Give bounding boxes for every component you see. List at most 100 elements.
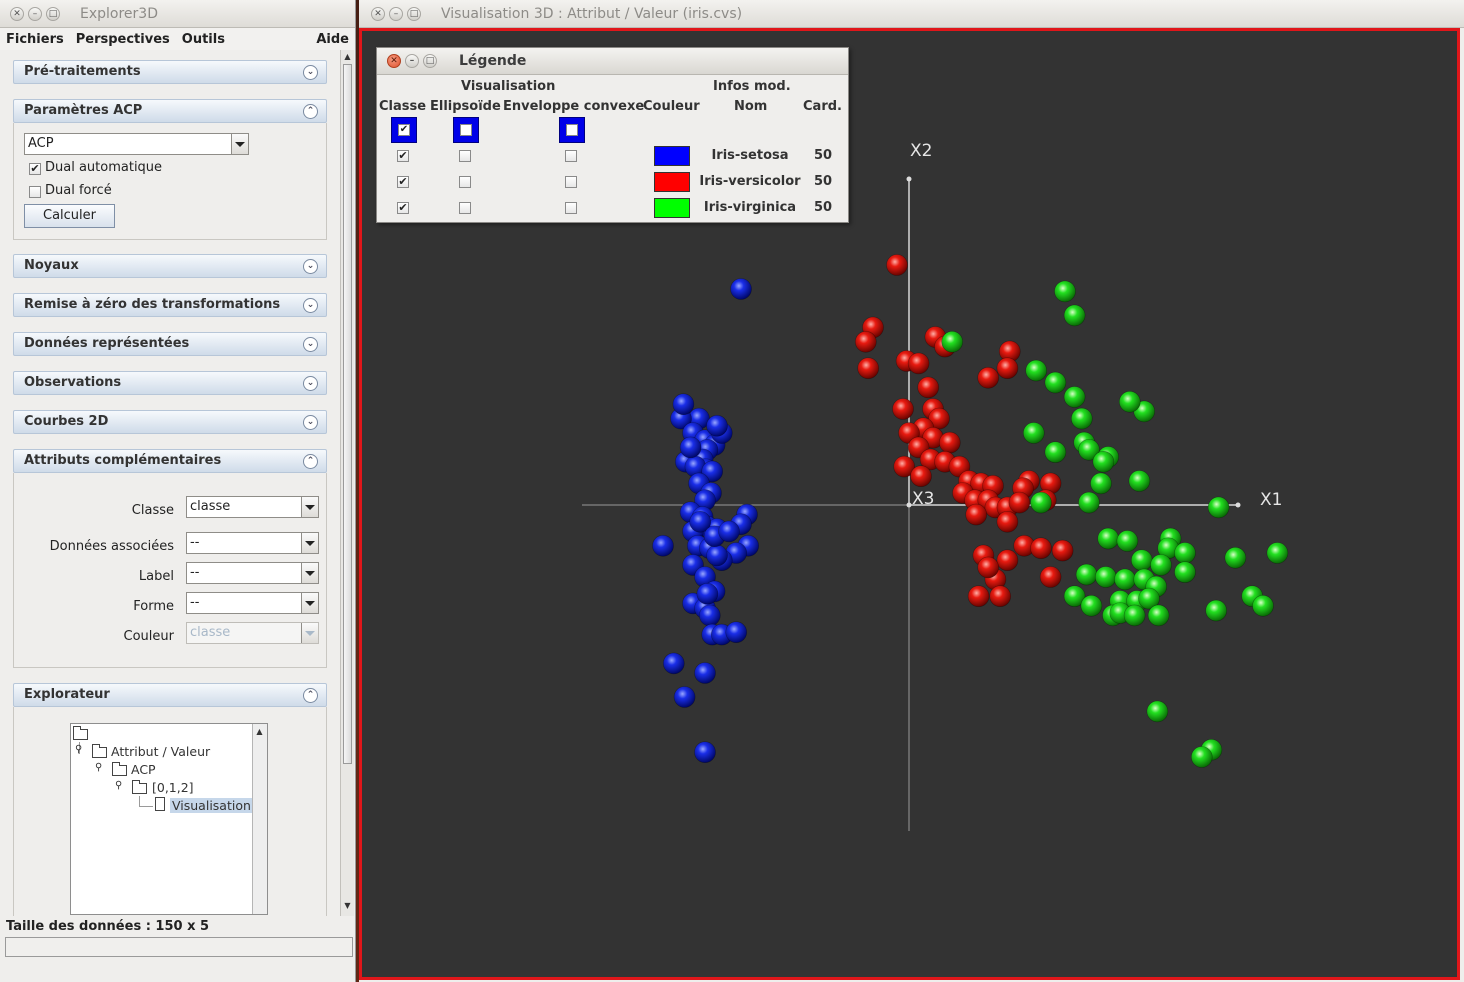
scroll-up-icon[interactable]: ▲ xyxy=(343,52,352,62)
legend-ellipsoide-checkbox[interactable] xyxy=(459,202,471,214)
select-all-classe-checkbox[interactable]: ✔ xyxy=(391,117,417,143)
data-point[interactable] xyxy=(941,330,964,353)
tree-node-attribut-valeur[interactable]: Attribut / Valeur xyxy=(111,744,210,759)
select-all-ellipsoide-checkbox[interactable] xyxy=(453,117,479,143)
panel-remise-zero[interactable]: Remise à zéro des transformations ⌄ xyxy=(13,293,327,317)
data-point[interactable] xyxy=(1030,537,1052,560)
data-point[interactable] xyxy=(1128,470,1151,492)
expand-handle-icon[interactable]: ⚲ xyxy=(75,744,82,755)
data-point[interactable] xyxy=(696,582,719,605)
scroll-up-icon[interactable]: ▲ xyxy=(255,727,264,737)
data-point[interactable] xyxy=(1044,441,1067,464)
menu-perspectives[interactable]: Perspectives xyxy=(76,32,170,47)
menu-outils[interactable]: Outils xyxy=(182,32,225,47)
data-point[interactable] xyxy=(977,366,1000,389)
data-point[interactable] xyxy=(1097,527,1120,550)
data-point[interactable] xyxy=(1039,566,1062,588)
data-point[interactable] xyxy=(694,662,716,684)
data-point[interactable] xyxy=(1090,472,1112,495)
scroll-down-icon[interactable]: ▼ xyxy=(343,901,352,911)
maximize-window-icon[interactable]: □ xyxy=(46,6,60,21)
data-point[interactable] xyxy=(1008,491,1031,514)
classe-select[interactable]: classe xyxy=(186,496,319,518)
data-point[interactable] xyxy=(698,604,721,627)
data-point[interactable] xyxy=(989,585,1012,608)
select-all-enveloppe-checkbox[interactable] xyxy=(559,117,585,143)
chevron-down-icon[interactable]: ⌄ xyxy=(303,376,318,391)
data-point[interactable] xyxy=(1207,496,1230,519)
data-point[interactable] xyxy=(1051,539,1074,562)
legend-ellipsoide-checkbox[interactable] xyxy=(459,150,471,162)
panel-pretraitements[interactable]: Pré-traitements ⌄ xyxy=(13,60,327,84)
data-point[interactable] xyxy=(1205,599,1228,622)
data-point[interactable] xyxy=(706,414,728,437)
label-select[interactable]: -- xyxy=(186,562,319,584)
chevron-up-icon[interactable]: ⌃ xyxy=(303,688,318,703)
data-point[interactable] xyxy=(662,652,685,675)
data-point[interactable] xyxy=(1224,546,1247,569)
data-point[interactable] xyxy=(977,556,1000,579)
panel-courbes[interactable]: Courbes 2D ⌄ xyxy=(13,410,327,434)
data-point[interactable] xyxy=(1114,568,1136,591)
legend-enveloppe-checkbox[interactable] xyxy=(565,150,577,162)
data-point[interactable] xyxy=(1063,386,1086,408)
legend-classe-checkbox[interactable]: ✔ xyxy=(397,202,409,214)
chevron-down-icon[interactable] xyxy=(301,593,318,613)
minimize-window-icon[interactable]: – xyxy=(389,6,403,21)
scrollbar-thumb[interactable] xyxy=(343,64,352,764)
chevron-up-icon[interactable]: ⌃ xyxy=(303,454,318,469)
chevron-down-icon[interactable]: ⌄ xyxy=(303,337,318,352)
data-point[interactable] xyxy=(996,510,1019,533)
data-point[interactable] xyxy=(1094,566,1117,588)
left-scrollbar[interactable]: ▲ ▼ xyxy=(340,50,354,916)
data-point[interactable] xyxy=(996,549,1019,572)
donnees-associees-select[interactable]: -- xyxy=(186,532,319,554)
menu-fichiers[interactable]: Fichiers xyxy=(6,32,64,47)
chevron-up-icon[interactable]: ⌃ xyxy=(303,104,318,119)
data-point[interactable] xyxy=(1118,390,1141,413)
chevron-down-icon[interactable] xyxy=(301,563,318,583)
data-point[interactable] xyxy=(965,503,988,526)
calculer-button[interactable]: Calculer xyxy=(24,204,115,228)
legend-color-swatch[interactable] xyxy=(654,146,690,166)
data-point[interactable] xyxy=(679,436,702,459)
data-point[interactable] xyxy=(1174,542,1196,564)
minimize-window-icon[interactable]: – xyxy=(28,6,42,21)
forme-select[interactable]: -- xyxy=(186,592,319,614)
close-legend-icon[interactable]: ✕ xyxy=(387,54,401,68)
chevron-down-icon[interactable]: ⌄ xyxy=(303,415,318,430)
tree-scrollbar[interactable]: ▲ xyxy=(252,724,267,914)
data-point[interactable] xyxy=(1123,604,1146,627)
data-point[interactable] xyxy=(917,376,940,399)
panel-parametres-acp[interactable]: Paramètres ACP ⌃ xyxy=(13,99,327,123)
data-point[interactable] xyxy=(892,398,914,420)
data-point[interactable] xyxy=(1130,549,1153,572)
data-point[interactable] xyxy=(1092,450,1115,473)
panel-donnees[interactable]: Données représentées ⌄ xyxy=(13,332,327,356)
tree-node-visualisation[interactable]: Visualisation xyxy=(170,798,253,813)
panel-attributs[interactable]: Attributs complémentaires ⌃ xyxy=(13,449,327,473)
data-point[interactable] xyxy=(967,585,990,608)
data-point[interactable] xyxy=(854,330,877,353)
legend-ellipsoide-checkbox[interactable] xyxy=(459,176,471,188)
data-point[interactable] xyxy=(1075,563,1098,586)
data-point[interactable] xyxy=(718,520,740,543)
maximize-legend-icon[interactable]: □ xyxy=(423,54,437,68)
data-point[interactable] xyxy=(857,357,880,380)
expand-handle-icon[interactable]: ⚲ xyxy=(95,762,102,773)
data-point[interactable] xyxy=(1080,594,1103,617)
data-point[interactable] xyxy=(1150,554,1172,576)
data-point[interactable] xyxy=(1078,491,1100,514)
data-point[interactable] xyxy=(1266,542,1289,564)
expand-handle-icon[interactable]: ⚲ xyxy=(115,780,122,791)
menu-aide[interactable]: Aide xyxy=(316,32,349,47)
legend-color-swatch[interactable] xyxy=(654,198,690,218)
chevron-down-icon[interactable]: ⌄ xyxy=(303,259,318,274)
data-point[interactable] xyxy=(886,254,908,276)
legend-color-swatch[interactable] xyxy=(654,172,690,192)
chevron-down-icon[interactable]: ⌄ xyxy=(303,298,318,313)
data-point[interactable] xyxy=(1147,604,1170,627)
data-point[interactable] xyxy=(672,393,695,416)
close-window-icon[interactable]: ✕ xyxy=(371,6,385,21)
legend-enveloppe-checkbox[interactable] xyxy=(565,202,577,214)
